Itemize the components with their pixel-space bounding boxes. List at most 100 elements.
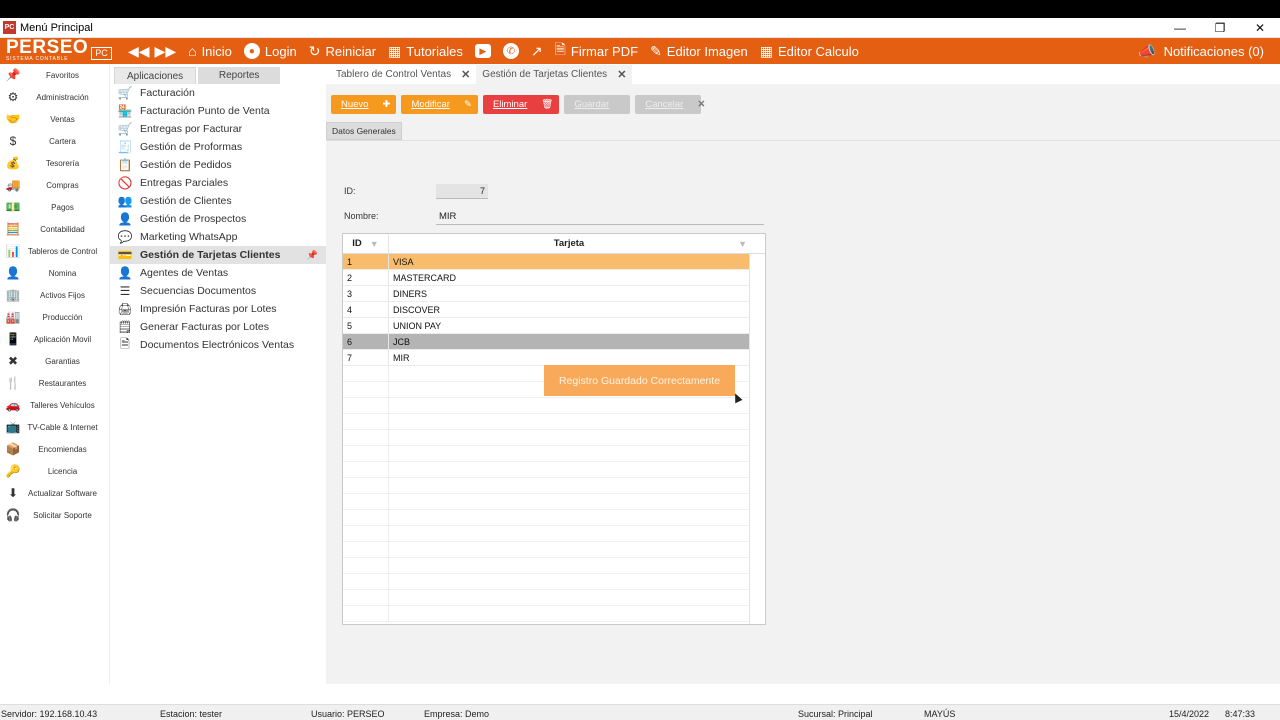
close-tab-icon[interactable]: ✕ [617, 68, 626, 81]
table-row[interactable]: 2 MASTERCARD [343, 270, 749, 286]
minimize-icon[interactable]: — [1160, 18, 1200, 38]
payments-icon: 💵 [5, 200, 21, 214]
tab-aplicaciones[interactable]: Aplicaciones [114, 67, 197, 84]
back-forward-nav[interactable]: ◀◀ ▶▶ [128, 43, 176, 60]
sidebar-item-activos-fijos[interactable]: 🏢 Activos Fijos [0, 284, 109, 306]
app-item-agentes-de-ventas[interactable]: 👤 Agentes de Ventas [110, 264, 326, 282]
tab-gestion-tarjetas[interactable]: Gestión de Tarjetas Clientes ✕ [476, 65, 633, 84]
sidebar-item-ventas[interactable]: 🤝 Ventas [0, 108, 109, 130]
sidebar-item-cartera[interactable]: $ Cartera [0, 130, 109, 152]
cell-tarjeta: JCB [393, 337, 411, 347]
sidebar-item-administraci-n[interactable]: ⚙ Administración [0, 86, 109, 108]
notifications-button[interactable]: 📣 Notificaciones (0) [1138, 43, 1264, 60]
app-item-label: Agentes de Ventas [140, 267, 229, 279]
sidebar-item-aplicaci-n-movil[interactable]: 📱 Aplicación Movil [0, 328, 109, 350]
table-row[interactable]: 1 VISA [343, 254, 749, 270]
sidebar-item-pagos[interactable]: 💵 Pagos [0, 196, 109, 218]
excel-icon: ▦ [759, 42, 773, 59]
sidebar-item-licencia[interactable]: 🔑 Licencia [0, 460, 109, 482]
truck-icon: 🚚 [5, 178, 21, 192]
sidebar-item-nomina[interactable]: 👤 Nomina [0, 262, 109, 284]
pin-icon[interactable]: 📌 [307, 250, 318, 261]
sequence-icon: ☰ [119, 284, 131, 298]
toolbar-chart[interactable]: ↗ [531, 43, 543, 60]
app-item-entregas-parciales[interactable]: 🚫 Entregas Parciales [110, 174, 326, 192]
tab-tablero-control-ventas[interactable]: Tablero de Control Ventas ✕ [330, 65, 476, 84]
sidebar-item-compras[interactable]: 🚚 Compras [0, 174, 109, 196]
toolbar-whatsapp[interactable]: ✆ [502, 43, 519, 59]
app-item-documentos-electronicos-ventas[interactable]: 🗎 Documentos Electrónicos Ventas [110, 336, 326, 354]
col-id-header[interactable]: ID [352, 238, 362, 249]
toolbar-reiniciar[interactable]: ↻ Reiniciar [309, 43, 376, 60]
app-item-impresion-facturas-por-lotes[interactable]: 🖨 Impresión Facturas por Lotes [110, 300, 326, 318]
name-field[interactable]: MIR [436, 209, 764, 225]
cards-grid: ID ▼ Tarjeta ▼ 1 VISA 2 MASTERCARD 3 DINERS 4 D… [342, 233, 766, 625]
app-item-gestion-de-clientes[interactable]: 👥 Gestión de Clientes [110, 192, 326, 210]
close-tab-icon[interactable]: ✕ [461, 68, 470, 81]
toolbar-firmar-pdf[interactable]: 🗎 Firmar PDF [555, 39, 638, 63]
sidebar-item-talleres-veh-culos[interactable]: 🚗 Talleres Vehículos [0, 394, 109, 416]
sidebar-item-producci-n[interactable]: 🏭 Producción [0, 306, 109, 328]
restaurant-icon: 🍴 [5, 376, 21, 390]
applications-list: 🛒 Facturación 🏪 Facturación Punto de Venta 🛒… [110, 84, 326, 354]
app-item-marketing-whatsapp[interactable]: 💬 Marketing WhatsApp [110, 228, 326, 246]
sidebar-item-tesorer-a[interactable]: 💰 Tesorería [0, 152, 109, 174]
eliminar-button[interactable]: Eliminar 🗑 [482, 95, 560, 114]
guardar-button[interactable]: Guardar [564, 95, 631, 114]
table-row[interactable]: 4 DISCOVER [343, 302, 749, 318]
toolbar-tutoriales[interactable]: ▦ Tutoriales [388, 43, 463, 60]
app-item-gestion-de-prospectos[interactable]: 👤 Gestión de Prospectos [110, 210, 326, 228]
table-row[interactable]: 3 DINERS [343, 286, 749, 302]
app-item-facturacion-punto-de-venta[interactable]: 🏪 Facturación Punto de Venta [110, 102, 326, 120]
cancelar-button[interactable]: Cancelar ✕ [635, 95, 705, 114]
sidebar-item-tableros-de-control[interactable]: 📊 Tableros de Control [0, 240, 109, 262]
app-item-gestion-de-tarjetas-clientes[interactable]: 💳 Gestión de Tarjetas Clientes 📌 [110, 246, 326, 264]
app-item-entregas-por-facturar[interactable]: 🛒 Entregas por Facturar [110, 120, 326, 138]
restore-icon[interactable]: ❐ [1200, 18, 1240, 38]
app-item-secuencias-documentos[interactable]: ☰ Secuencias Documentos [110, 282, 326, 300]
document-tabs: Tablero de Control Ventas ✕ Gestión de T… [326, 64, 1280, 84]
sidebar-item-label: Compras [46, 180, 79, 190]
batch-invoice-icon: 🗒 [117, 320, 133, 334]
empty-row [343, 398, 749, 414]
tab-reportes[interactable]: Reportes [198, 67, 281, 84]
sidebar-item-garantias[interactable]: ✖ Garantias [0, 350, 109, 372]
sidebar-item-encomiendas[interactable]: 📦 Encomiendas [0, 438, 109, 460]
nuevo-button[interactable]: Nuevo ✚ [331, 95, 397, 114]
status-usuario: Usuario: PERSEO [311, 709, 385, 719]
divider [326, 140, 1280, 141]
app-item-gestion-de-pedidos[interactable]: 📋 Gestión de Pedidos [110, 156, 326, 174]
sidebar-item-restaurantes[interactable]: 🍴 Restaurantes [0, 372, 109, 394]
toolbar-login[interactable]: ● Login [243, 43, 297, 59]
toolbar-inicio[interactable]: ⌂ Inicio [188, 43, 232, 59]
back-icon[interactable]: ◀◀ [128, 43, 150, 60]
toolbar-editor-imagen[interactable]: ✎ Editor Imagen [650, 43, 748, 60]
sidebar-item-tv-cable-internet[interactable]: 📺 TV-Cable & Internet [0, 416, 109, 438]
toolbar-editor-calculo[interactable]: ▦ Editor Calculo [760, 43, 859, 60]
app-item-generar-facturas-por-lotes[interactable]: 🗒 Generar Facturas por Lotes [110, 318, 326, 336]
app-item-facturacion[interactable]: 🛒 Facturación [110, 84, 326, 102]
dashboard-icon: 📊 [5, 244, 21, 258]
table-row[interactable]: 7 MIR [343, 350, 749, 366]
empty-row [343, 446, 749, 462]
empty-row [343, 414, 749, 430]
sidebar-item-actualizar-software[interactable]: ⬇ Actualizar Software [0, 482, 109, 504]
orders-icon: 📋 [117, 158, 133, 172]
app-item-label: Generar Facturas por Lotes [140, 321, 269, 333]
col-tarjeta-header[interactable]: Tarjeta [554, 238, 584, 249]
filter-icon[interactable]: ▼ [738, 239, 747, 249]
sidebar-item-solicitar-soporte[interactable]: 🎧 Solicitar Soporte [0, 504, 109, 526]
sidebar-item-contabilidad[interactable]: 🧮 Contabilidad [0, 218, 109, 240]
filter-icon[interactable]: ▼ [370, 239, 379, 249]
tab-datos-generales[interactable]: Datos Generales [326, 122, 402, 140]
close-icon[interactable]: ✕ [1240, 18, 1280, 38]
modificar-button[interactable]: Modificar ✎ [401, 95, 478, 114]
app-item-gestion-de-proformas[interactable]: 🧾 Gestión de Proformas [110, 138, 326, 156]
forward-icon[interactable]: ▶▶ [155, 43, 177, 60]
sidebar-item-favoritos[interactable]: 📌 Favoritos [0, 64, 109, 86]
table-row[interactable]: 5 UNION PAY [343, 318, 749, 334]
sidebar-item-label: Tesorería [45, 158, 80, 168]
table-row[interactable]: 6 JCB [343, 334, 749, 350]
image-edit-icon: ✎ [650, 42, 662, 59]
toolbar-youtube[interactable]: ▶ [474, 44, 491, 58]
